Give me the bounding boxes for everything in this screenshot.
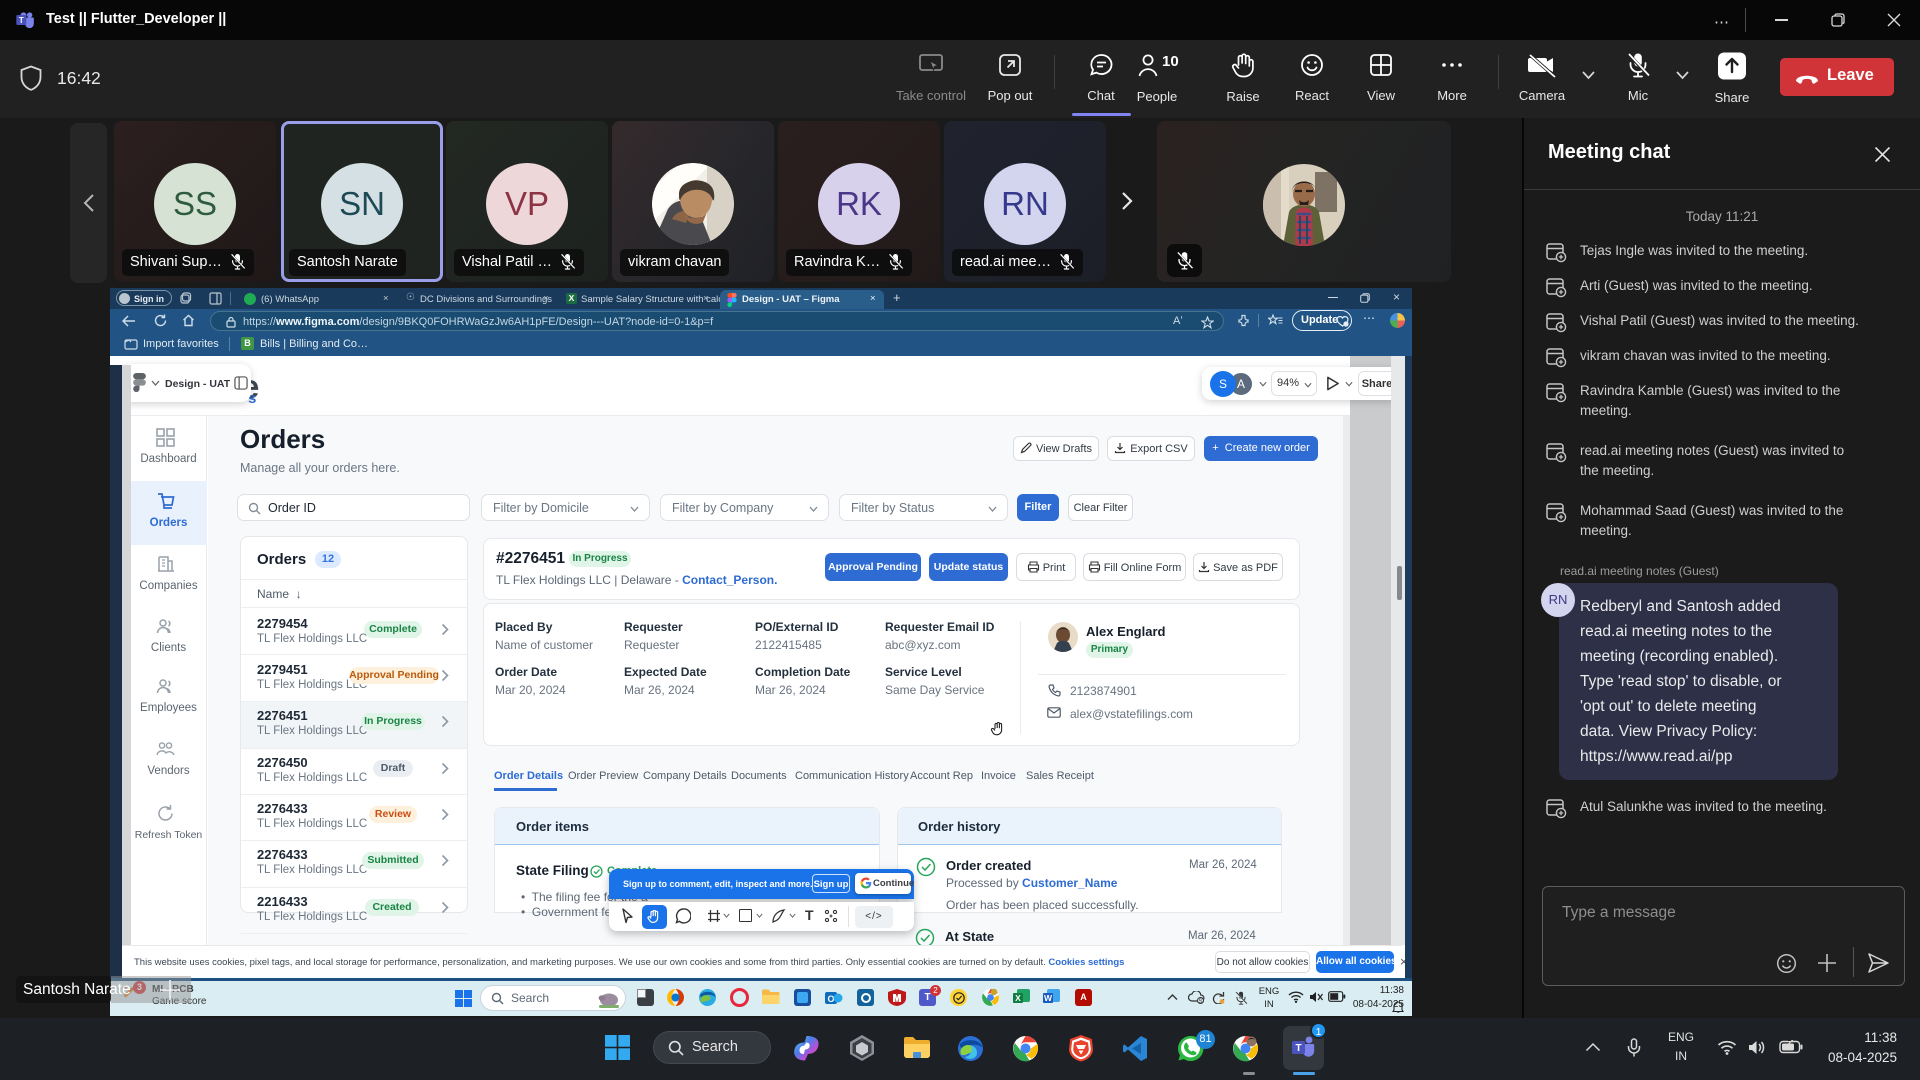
svg-text:10: 10 — [1162, 53, 1179, 70]
svg-text:S: S — [1198, 999, 1202, 1004]
svg-text:T: T — [1295, 1043, 1301, 1054]
svg-text:X: X — [1015, 993, 1021, 1003]
svg-text:T: T — [19, 16, 24, 25]
svg-text:W: W — [1044, 993, 1053, 1003]
svg-text:O: O — [827, 994, 834, 1004]
